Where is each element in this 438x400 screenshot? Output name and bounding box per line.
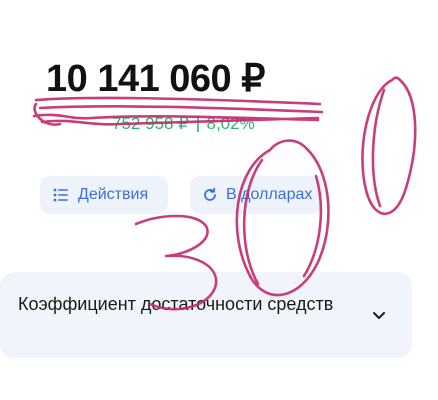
portfolio-balance: 10 141 060 ₽ [46,58,265,100]
sufficiency-coefficient-row[interactable]: Коэффициент достаточности средств [0,272,412,358]
change-value: 752 958 ₽ [112,114,189,133]
sufficiency-coefficient-title: Коэффициент достаточности средств [18,294,334,314]
change-percent: 8,02% [206,114,255,133]
chevron-down-icon[interactable] [370,306,388,324]
currency-toggle-label: В долларах [226,186,313,203]
portfolio-screen: 10 141 060 ₽ 752 958 ₽ 8,02% Действия В … [0,0,438,400]
actions-button-label: Действия [78,186,149,203]
list-icon [52,186,70,204]
balance-change: 752 958 ₽ 8,02% [112,114,255,134]
change-divider [197,116,199,132]
handwritten-digit-zero-right [361,76,417,216]
actions-button[interactable]: Действия [40,176,168,214]
currency-toggle-button[interactable]: В долларах [190,176,322,214]
refresh-icon [202,186,218,204]
